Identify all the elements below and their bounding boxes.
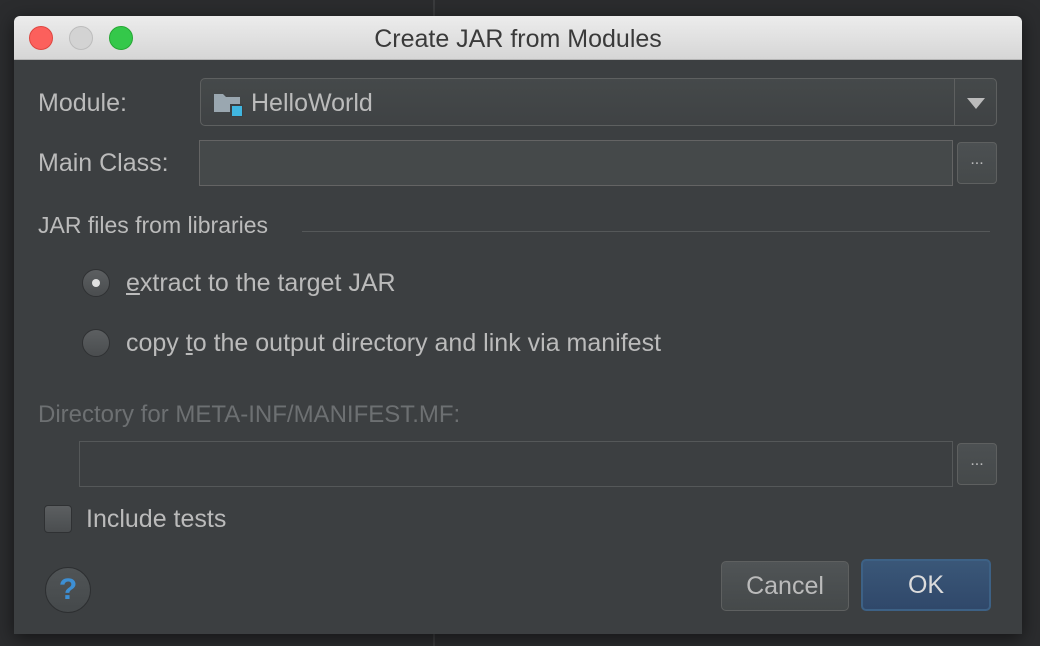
title-bar: Create JAR from Modules — [14, 16, 1022, 60]
extract-option-label[interactable]: extract to the target JAR — [126, 269, 396, 298]
manifest-directory-input — [79, 441, 953, 487]
main-class-browse-button[interactable]: ... — [957, 142, 997, 184]
create-jar-dialog: Create JAR from Modules Module: HelloWor… — [14, 16, 1022, 634]
manifest-directory-label: Directory for META-INF/MANIFEST.MF: — [38, 401, 461, 428]
section-separator — [302, 231, 990, 232]
main-class-label: Main Class: — [38, 149, 169, 177]
dropdown-arrow-icon[interactable] — [967, 98, 985, 109]
module-select-divider — [954, 79, 955, 125]
include-tests-label[interactable]: Include tests — [86, 505, 226, 534]
copy-label-prefix: copy — [126, 329, 186, 357]
module-folder-icon — [214, 94, 243, 117]
help-icon[interactable]: ? — [45, 567, 91, 613]
copy-mnemonic: t — [185, 329, 193, 357]
include-tests-checkbox[interactable] — [44, 505, 72, 533]
module-select-value: HelloWorld — [251, 89, 373, 117]
extract-label-rest: xtract to the target JAR — [139, 269, 396, 297]
extract-mnemonic: e — [126, 269, 140, 297]
copy-option-label[interactable]: copy to the output directory and link vi… — [126, 329, 661, 358]
main-class-input[interactable] — [199, 140, 953, 186]
manifest-browse-button[interactable]: ... — [957, 443, 997, 485]
libraries-section-title: JAR files from libraries — [38, 212, 269, 238]
copy-radio[interactable] — [82, 329, 110, 357]
copy-label-rest: o the output directory and link via mani… — [192, 329, 662, 357]
module-select[interactable]: HelloWorld — [200, 78, 997, 126]
dialog-title: Create JAR from Modules — [374, 25, 662, 53]
module-label: Module: — [38, 89, 127, 117]
extract-radio[interactable] — [82, 269, 110, 297]
radio-selected-dot — [92, 279, 100, 287]
ok-button[interactable]: OK — [861, 559, 991, 611]
cancel-button[interactable]: Cancel — [721, 561, 849, 611]
